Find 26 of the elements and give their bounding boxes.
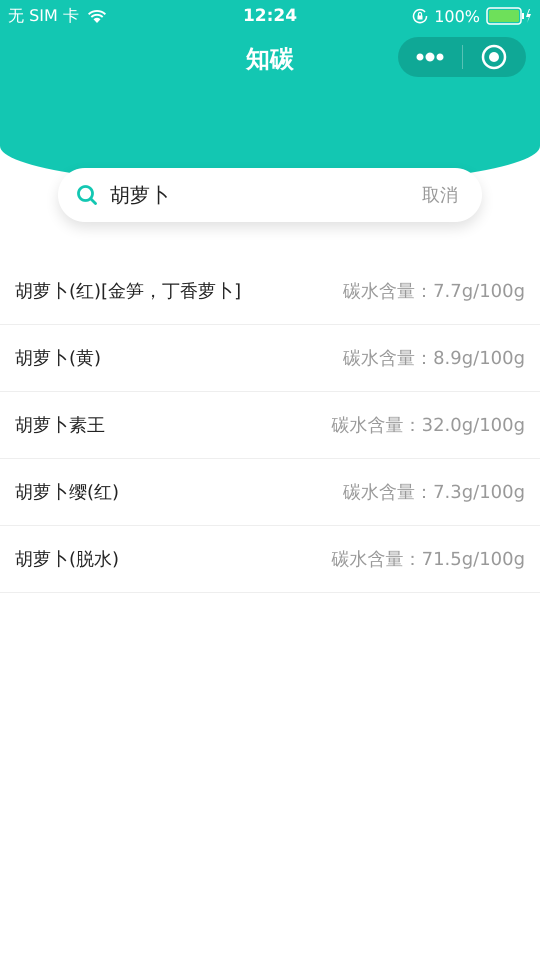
carb-content: 碳水含量：8.9g/100g: [343, 347, 525, 370]
food-name: 胡萝卜(黄): [15, 347, 102, 370]
more-icon[interactable]: [414, 52, 445, 62]
result-row[interactable]: 胡萝卜(红)[金笋，丁香萝卜] 碳水含量：7.7g/100g: [0, 258, 540, 325]
result-row[interactable]: 胡萝卜缨(红) 碳水含量：7.3g/100g: [0, 459, 540, 526]
food-name: 胡萝卜缨(红): [15, 481, 120, 504]
wifi-icon: [86, 8, 107, 24]
battery-percent: 100%: [434, 6, 480, 26]
app-title: 知碳: [246, 44, 294, 75]
food-name: 胡萝卜(红)[金笋，丁香萝卜]: [15, 280, 242, 303]
carb-content: 碳水含量：7.7g/100g: [343, 280, 525, 303]
clock-time: 12:24: [242, 6, 298, 26]
search-field[interactable]: 胡萝卜 取消: [58, 168, 482, 222]
carb-content: 碳水含量：7.3g/100g: [343, 481, 525, 504]
food-name: 胡萝卜素王: [15, 414, 105, 437]
result-row[interactable]: 胡萝卜(黄) 碳水含量：8.9g/100g: [0, 325, 540, 392]
close-icon[interactable]: [481, 44, 508, 70]
carrier-label: 无 SIM 卡: [8, 6, 79, 26]
rotation-lock-icon: [412, 8, 428, 24]
carb-content: 碳水含量：71.5g/100g: [332, 548, 525, 571]
battery-charging-icon: [486, 7, 532, 25]
result-row[interactable]: 胡萝卜素王 碳水含量：32.0g/100g: [0, 392, 540, 459]
search-icon: [76, 184, 98, 206]
result-row[interactable]: 胡萝卜(脱水) 碳水含量：71.5g/100g: [0, 526, 540, 593]
food-name: 胡萝卜(脱水): [15, 548, 120, 571]
carb-content: 碳水含量：32.0g/100g: [332, 414, 525, 437]
